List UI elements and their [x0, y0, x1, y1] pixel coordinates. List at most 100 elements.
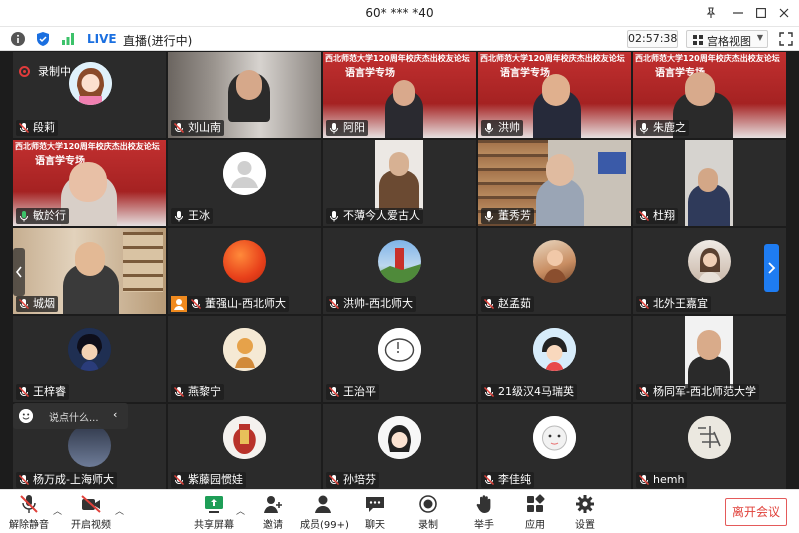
meeting-toolbar: 解除静音 ︿ 开启视频 ︿ 共享屏幕 ︿ 邀请 成员(99+) 聊天 录制 举手…: [0, 489, 799, 533]
participant-tile[interactable]: 杨同军-西北师范大学: [633, 316, 786, 402]
avatar: [68, 424, 111, 467]
chevron-up-icon[interactable]: ︿: [115, 504, 124, 517]
participant-tile[interactable]: 紫藤园惯娃: [168, 404, 321, 490]
invite-user-icon: [264, 496, 282, 513]
chevron-right-icon: [768, 262, 776, 274]
start-video-button[interactable]: 开启视频: [70, 494, 112, 532]
unmute-button[interactable]: 解除静音: [8, 494, 50, 532]
shield-icon[interactable]: [35, 31, 51, 47]
cartoon-avatar-icon: [378, 416, 421, 459]
mic-muted-icon: [173, 386, 185, 398]
record-button[interactable]: 录制: [408, 494, 448, 532]
next-page-button[interactable]: [764, 244, 779, 292]
participant-name-tag: 洪帅-西北师大: [326, 296, 416, 312]
chat-quick-input[interactable]: 说点什么... ‹: [13, 403, 128, 429]
raise-hand-button[interactable]: 举手: [464, 494, 504, 532]
participant-tile[interactable]: 不薄今人爱古人: [323, 140, 476, 226]
recording-label: 录制中: [38, 65, 71, 78]
participant-tile[interactable]: 李佳纯: [478, 404, 631, 490]
participant-tile[interactable]: 刘山南: [168, 52, 321, 138]
mic-muted-icon: [18, 474, 30, 486]
maximize-button[interactable]: [750, 3, 772, 23]
chat-placeholder[interactable]: 说点什么...: [49, 409, 99, 424]
live-status[interactable]: 直播(进行中): [123, 32, 192, 49]
chat-button[interactable]: 聊天: [355, 494, 395, 532]
apps-icon: [527, 494, 545, 512]
mic-icon: [175, 211, 183, 222]
fullscreen-icon[interactable]: [778, 31, 794, 47]
participant-tile[interactable]: 21级汉4马瑞英: [478, 316, 631, 402]
minimize-button[interactable]: [727, 3, 749, 23]
participant-name-tag: 李佳纯: [481, 472, 534, 488]
banner-title: 西北师范大学120周年校庆杰出校友论坛: [480, 54, 625, 63]
person-face: [542, 74, 570, 106]
invite-button[interactable]: 邀请: [253, 494, 293, 532]
participant-tile[interactable]: 西北师范大学120周年校庆杰出校友论坛 语言学专场 阿阳: [323, 52, 476, 138]
avatar: [533, 240, 576, 283]
settings-button[interactable]: 设置: [565, 494, 605, 532]
participant-tile[interactable]: 燕黎宁: [168, 316, 321, 402]
avatar: [223, 416, 266, 459]
record-icon: [19, 65, 30, 77]
participant-tile[interactable]: 董强山-西北师大: [168, 228, 321, 314]
participant-tile[interactable]: 杜翔: [633, 140, 786, 226]
info-icon[interactable]: [10, 31, 26, 47]
apps-label: 应用: [525, 520, 545, 531]
participant-tile[interactable]: 王梓睿: [13, 316, 166, 402]
grid-view-dropdown[interactable]: 宫格视图 ▼: [686, 30, 768, 48]
mic-muted-icon: [483, 386, 495, 398]
leave-meeting-button[interactable]: 离开会议: [725, 498, 787, 526]
prev-page-button[interactable]: [13, 248, 25, 296]
invite-label: 邀请: [263, 520, 283, 531]
participant-tile[interactable]: 西北师范大学120周年校庆杰出校友论坛 语言学专场 洪帅: [478, 52, 631, 138]
participant-tile[interactable]: 孙培芬: [323, 404, 476, 490]
close-button[interactable]: [773, 3, 795, 23]
avatar: [223, 240, 266, 283]
emoji-icon[interactable]: [19, 409, 33, 423]
mic-muted-icon: [638, 474, 650, 486]
anime-avatar-icon: [68, 328, 111, 371]
participant-tile[interactable]: 王冰: [168, 140, 321, 226]
participant-tile[interactable]: hemh: [633, 404, 786, 490]
person-face: [69, 162, 107, 202]
participant-name-tag: 王冰: [171, 208, 213, 224]
person-face: [697, 330, 721, 360]
pin-button[interactable]: [700, 3, 722, 23]
apps-button[interactable]: 应用: [515, 494, 555, 532]
participant-tile[interactable]: 城烟: [13, 228, 166, 314]
grid-icon: [693, 35, 703, 45]
mic-icon: [330, 211, 338, 222]
participant-tile[interactable]: 董秀芳: [478, 140, 631, 226]
avatar: [533, 328, 576, 371]
share-screen-button[interactable]: 共享屏幕: [193, 494, 235, 532]
avatar: [378, 416, 421, 459]
close-icon: [779, 8, 789, 18]
meeting-window: 60* *** *40 LIVE 直播(进行中) 02:57:38 宫格视图 ▼: [0, 0, 799, 533]
members-button[interactable]: 成员(99+): [300, 494, 349, 532]
calligraphy-avatar-icon: [688, 416, 731, 459]
chevron-up-icon[interactable]: ︿: [53, 504, 62, 517]
participant-name-tag: hemh: [636, 472, 688, 488]
mic-muted-icon: [18, 386, 30, 398]
chevron-left-icon[interactable]: ‹: [113, 408, 117, 421]
recording-indicator: 录制中: [19, 63, 71, 79]
cartoon-avatar-icon: [533, 328, 576, 371]
mic-muted-icon: [18, 298, 30, 310]
participant-tile[interactable]: 录制中 段莉: [13, 52, 166, 138]
participant-name-tag: 洪帅: [481, 120, 523, 136]
chevron-down-icon: ▼: [756, 33, 763, 42]
cartoon-avatar-icon: [533, 416, 576, 459]
participant-tile[interactable]: 洪帅-西北师大: [323, 228, 476, 314]
participant-tile[interactable]: 王治平: [323, 316, 476, 402]
participant-tile[interactable]: 西北师范大学120周年校庆杰出校友论坛 语言学专场 朱鹿之: [633, 52, 786, 138]
signal-strength-icon[interactable]: [60, 31, 76, 47]
mic-muted-icon: [328, 474, 340, 486]
raise-hand-icon: [476, 495, 491, 513]
banner-title: 西北师范大学120周年校庆杰出校友论坛: [635, 54, 780, 63]
live-badge[interactable]: LIVE: [87, 32, 117, 46]
avatar: [68, 328, 111, 371]
participant-tile[interactable]: 西北师范大学120周年校庆杰出校友论坛 语言学专场 敏於行: [13, 140, 166, 226]
chevron-up-icon[interactable]: ︿: [236, 504, 245, 517]
participant-tile[interactable]: 赵孟茹: [478, 228, 631, 314]
default-user-icon: [223, 152, 266, 195]
